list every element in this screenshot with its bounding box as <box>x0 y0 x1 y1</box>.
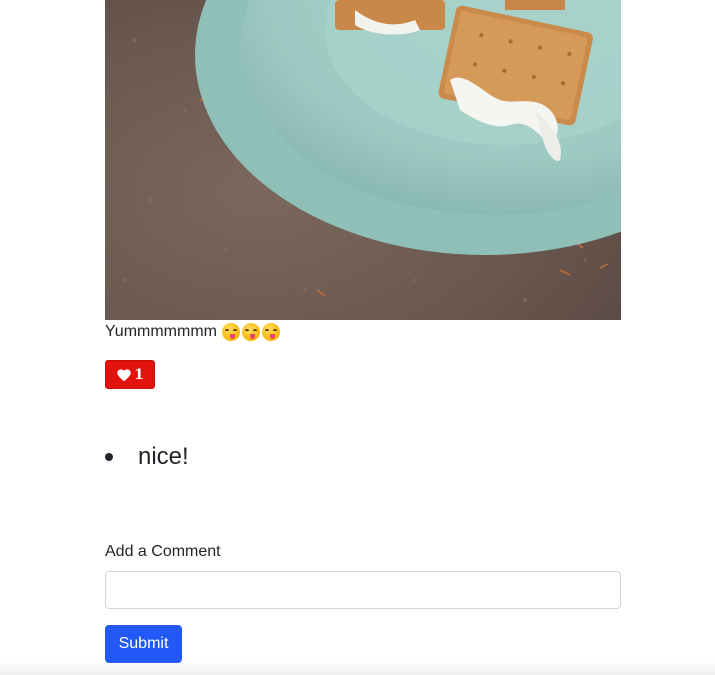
yum-face-emoji-icon <box>221 323 240 341</box>
bottom-scroll-shadow <box>0 661 715 675</box>
smores-photo-image <box>105 0 621 320</box>
submit-button[interactable]: Submit <box>105 625 182 663</box>
add-comment-label: Add a Comment <box>105 543 221 560</box>
yum-face-emoji-icon <box>241 323 260 341</box>
like-button[interactable]: 1 <box>105 360 155 389</box>
post-photo <box>105 0 621 320</box>
caption-emoji-group <box>221 323 280 341</box>
comment-list: nice! <box>105 440 189 474</box>
comment-text: nice! <box>138 443 189 470</box>
yum-face-emoji-icon <box>261 323 280 341</box>
post-page: Yummmmmmm 1 nice! Add a Comment Submit <box>0 0 715 675</box>
comment-item: nice! <box>105 440 189 474</box>
caption-text: Yummmmmmm <box>105 323 217 340</box>
heart-icon <box>117 368 131 381</box>
post-caption: Yummmmmmm <box>105 322 280 342</box>
comment-input[interactable] <box>105 571 621 609</box>
like-count: 1 <box>134 366 144 383</box>
bullet-icon <box>105 453 113 461</box>
